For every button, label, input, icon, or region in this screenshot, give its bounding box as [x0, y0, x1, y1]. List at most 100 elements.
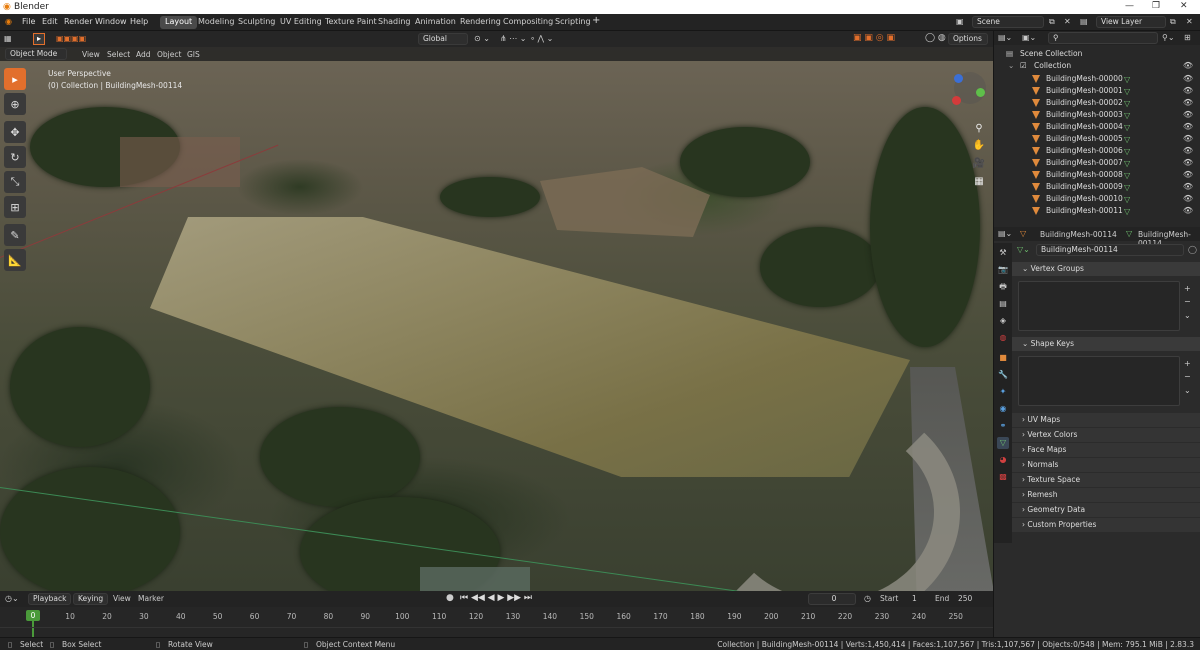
menu-add[interactable]: Add: [136, 50, 151, 59]
pan-hand-icon[interactable]: ✋: [972, 140, 986, 154]
outliner-type-icon[interactable]: ▤⌄: [998, 33, 1012, 42]
scene-tab-icon[interactable]: ◈: [997, 315, 1009, 327]
tab-animation[interactable]: Animation: [410, 16, 461, 29]
filter-icon[interactable]: ⚲⌄: [1162, 33, 1175, 42]
timeline[interactable]: ◷⌄ Playback Keying View Marker ● ⏮ ◀◀ ◀ …: [0, 591, 993, 637]
rotate-tool-icon[interactable]: ↻: [4, 146, 26, 168]
outliner-display-icon[interactable]: ▣⌄: [1022, 33, 1036, 42]
mesh-datablock-icon[interactable]: ▽⌄: [1017, 245, 1030, 254]
output-tab-icon[interactable]: 🖶: [997, 281, 1009, 293]
scale-tool-icon[interactable]: ⤡: [4, 171, 26, 193]
view-layer-tab-icon[interactable]: ▤: [997, 298, 1009, 310]
tab-sculpting[interactable]: Sculpting: [233, 16, 280, 29]
menu-edit[interactable]: Edit: [42, 17, 58, 26]
panel-uv-maps[interactable]: › UV Maps: [1012, 413, 1200, 427]
gizmo-z-icon[interactable]: [954, 74, 963, 83]
editor-type-icon[interactable]: ▦: [4, 34, 12, 43]
navigation-gizmo[interactable]: ⚲ ✋ 🎥 ▦: [950, 70, 990, 220]
eye-icon[interactable]: 👁: [1183, 169, 1193, 181]
outliner-row[interactable]: ⌄ ☑ Collection 👁: [994, 60, 1200, 72]
panel-custom-properties[interactable]: › Custom Properties: [1012, 518, 1200, 532]
timeline-ruler[interactable]: 10 20 30 40 50 60 70 80 90 100 110 120 130 140 150 160 1…: [0, 591, 993, 637]
tab-layout[interactable]: Layout: [160, 16, 198, 29]
eye-icon[interactable]: 👁: [1183, 73, 1193, 85]
physics-tab-icon[interactable]: ◉: [997, 403, 1009, 415]
viewport-overlay-icons[interactable]: ▣ ▣ ◎ ▣: [853, 33, 895, 43]
menu-render[interactable]: Render: [64, 17, 92, 26]
mesh-name-field[interactable]: BuildingMesh-00114: [1036, 244, 1184, 256]
outliner-row[interactable]: BuildingMesh-00007 ▽ 👁: [994, 157, 1200, 169]
new-collection-icon[interactable]: ⊞: [1184, 33, 1191, 42]
select-tool-icon[interactable]: ▸: [4, 68, 26, 90]
world-tab-icon[interactable]: ◍: [997, 332, 1009, 344]
blender-menu-icon[interactable]: ◉: [5, 17, 12, 26]
gizmo-y-icon[interactable]: [976, 88, 985, 97]
modifier-tab-icon[interactable]: 🔧: [997, 369, 1009, 381]
proportional-edit-icon[interactable]: ∘ ⋀ ⌄: [530, 34, 553, 43]
delete-view-layer-icon[interactable]: ✕: [1186, 17, 1193, 26]
outliner-row[interactable]: BuildingMesh-00003 ▽ 👁: [994, 109, 1200, 121]
snap-icon[interactable]: ⋔ ⋯ ⌄: [500, 34, 527, 43]
mesh-data-tab-icon[interactable]: ▽: [997, 437, 1009, 449]
texture-tab-icon[interactable]: ▩: [997, 471, 1009, 483]
eye-icon[interactable]: 👁: [1183, 157, 1193, 169]
menu-view[interactable]: View: [82, 50, 100, 59]
menu-file[interactable]: File: [22, 17, 35, 26]
move-tool-icon[interactable]: ✥: [4, 121, 26, 143]
eye-icon[interactable]: 👁: [1183, 193, 1193, 205]
particles-tab-icon[interactable]: ✦: [997, 386, 1009, 398]
eye-icon[interactable]: 👁: [1183, 85, 1193, 97]
outliner-row[interactable]: BuildingMesh-00008 ▽ 👁: [994, 169, 1200, 181]
eye-icon[interactable]: 👁: [1183, 109, 1193, 121]
eye-icon[interactable]: 👁: [1183, 181, 1193, 193]
menu-help[interactable]: Help: [130, 17, 148, 26]
copy-view-layer-icon[interactable]: ⧉: [1170, 17, 1176, 27]
options-dropdown[interactable]: Options: [948, 33, 988, 45]
fake-user-icon[interactable]: ◯: [1188, 245, 1197, 254]
add-shape-key-icon[interactable]: +: [1184, 359, 1191, 368]
tab-uv-editing[interactable]: UV Editing: [275, 16, 327, 29]
outliner-row[interactable]: BuildingMesh-00006 ▽ 👁: [994, 145, 1200, 157]
eye-icon[interactable]: 👁: [1183, 133, 1193, 145]
view-layer-field[interactable]: View Layer: [1096, 16, 1166, 28]
eye-icon[interactable]: 👁: [1183, 60, 1193, 72]
menu-window[interactable]: Window: [95, 17, 127, 26]
shape-keys-list[interactable]: [1018, 356, 1180, 406]
object-tab-icon[interactable]: ■: [997, 352, 1009, 364]
outliner-row[interactable]: BuildingMesh-00011 ▽ 👁: [994, 205, 1200, 217]
delete-scene-icon[interactable]: ✕: [1064, 17, 1071, 26]
eye-icon[interactable]: 👁: [1183, 121, 1193, 133]
panel-face-maps[interactable]: › Face Maps: [1012, 443, 1200, 457]
eye-icon[interactable]: 👁: [1183, 145, 1193, 157]
object-mode-dropdown[interactable]: Object Mode: [5, 48, 67, 60]
add-vertex-group-icon[interactable]: +: [1184, 284, 1191, 293]
add-workspace-icon[interactable]: +: [592, 15, 600, 26]
cursor-tool-icon[interactable]: ⊕: [4, 93, 26, 115]
render-tab-icon[interactable]: 📷: [997, 264, 1009, 276]
remove-shape-key-icon[interactable]: −: [1184, 372, 1191, 381]
menu-gis[interactable]: GIS: [187, 50, 200, 59]
copy-scene-icon[interactable]: ⧉: [1049, 17, 1055, 27]
tool-tab-icon[interactable]: ⚒: [997, 247, 1009, 259]
pivot-icon[interactable]: ⊙ ⌄: [474, 34, 490, 43]
maximize-icon[interactable]: ❐: [1152, 1, 1160, 11]
gizmo-x-icon[interactable]: [952, 96, 961, 105]
vertex-groups-list[interactable]: [1018, 281, 1180, 331]
outliner-row[interactable]: BuildingMesh-00005 ▽ 👁: [994, 133, 1200, 145]
panel-vertex-groups[interactable]: ⌄ Vertex Groups: [1012, 262, 1200, 276]
panel-shape-keys[interactable]: ⌄ Shape Keys: [1012, 337, 1200, 351]
panel-vertex-colors[interactable]: › Vertex Colors: [1012, 428, 1200, 442]
eye-icon[interactable]: 👁: [1183, 97, 1193, 109]
select-mode-icon[interactable]: ▸: [33, 33, 45, 45]
menu-object[interactable]: Object: [157, 50, 181, 59]
shape-key-menu-icon[interactable]: ⌄: [1184, 386, 1191, 395]
constraints-tab-icon[interactable]: ⚭: [997, 420, 1009, 432]
scene-field[interactable]: Scene: [972, 16, 1044, 28]
outliner-row[interactable]: ▤ Scene Collection: [994, 48, 1200, 60]
outliner-row[interactable]: BuildingMesh-00010 ▽ 👁: [994, 193, 1200, 205]
playhead-frame[interactable]: 0: [26, 610, 40, 621]
outliner-row[interactable]: BuildingMesh-00002 ▽ 👁: [994, 97, 1200, 109]
camera-icon[interactable]: 🎥: [972, 158, 986, 172]
tab-scripting[interactable]: Scripting: [550, 16, 596, 29]
eye-icon[interactable]: 👁: [1183, 205, 1193, 217]
